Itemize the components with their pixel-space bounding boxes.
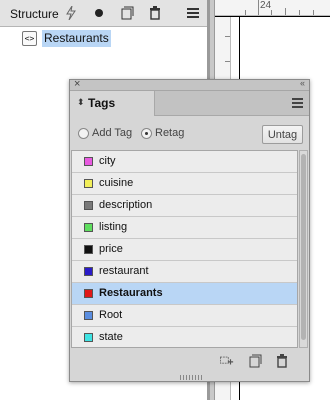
tag-name: Restaurants	[99, 287, 163, 299]
tab-tags-label: Tags	[88, 96, 116, 110]
tags-panel: × ‹‹ ⬍ Tags Add Tag Retag Untag city cui…	[69, 78, 310, 382]
tag-name: restaurant	[99, 265, 149, 277]
untag-button[interactable]: Untag	[262, 125, 303, 144]
retag-radio[interactable]	[141, 128, 152, 139]
structure-menu-icon[interactable]	[184, 4, 202, 22]
tag-list-scrollbar[interactable]	[299, 150, 308, 348]
add-tag-label: Add Tag	[92, 127, 133, 139]
new-element-icon[interactable]	[118, 4, 136, 22]
scrollbar-thumb[interactable]	[301, 154, 306, 340]
tag-row[interactable]: state	[72, 327, 297, 347]
lightning-icon[interactable]	[62, 4, 80, 22]
panel-tab-bar: ⬍ Tags	[70, 91, 309, 116]
ruler-tick	[225, 61, 230, 62]
tag-color-swatch	[84, 157, 93, 166]
delete-tag-icon[interactable]	[275, 354, 289, 368]
ruler-label: 24	[260, 0, 272, 11]
collapse-panel-icon[interactable]: ‹‹	[300, 78, 305, 88]
xml-element-icon: <>	[22, 31, 37, 46]
tag-color-swatch	[84, 179, 93, 188]
tag-row[interactable]: Root	[72, 305, 297, 327]
tag-name: description	[99, 199, 153, 211]
horizontal-ruler: 24	[215, 0, 330, 16]
add-tag-for-element-icon[interactable]	[220, 354, 234, 368]
retag-label: Retag	[155, 127, 185, 139]
add-tag-radio[interactable]	[78, 128, 89, 139]
panel-menu-icon[interactable]	[292, 98, 303, 108]
ruler-guide-line	[215, 16, 330, 17]
tag-row[interactable]: price	[72, 239, 297, 261]
panel-resize-grip[interactable]	[180, 375, 202, 380]
tag-mode-options: Add Tag Retag Untag	[70, 117, 309, 149]
structure-toolbar: Structure	[0, 0, 207, 27]
tag-color-swatch	[84, 245, 93, 254]
tag-list: city cuisine description listing price r…	[71, 150, 298, 348]
structure-tree-label: Restaurants	[42, 30, 111, 47]
ruler-tick	[258, 0, 259, 15]
tag-name: state	[99, 331, 123, 343]
tab-expand-icon[interactable]: ⬍	[77, 97, 85, 108]
tag-name: price	[99, 243, 123, 255]
tag-name: Root	[99, 309, 123, 321]
tag-row[interactable]: restaurant	[72, 261, 297, 283]
tag-row-selected[interactable]: Restaurants	[72, 283, 297, 305]
close-icon[interactable]: ×	[74, 78, 80, 90]
record-dot-icon[interactable]	[90, 4, 108, 22]
tag-color-swatch	[84, 223, 93, 232]
tag-name: cuisine	[99, 177, 134, 189]
tab-tags[interactable]: ⬍ Tags	[70, 91, 155, 116]
panel-bottom-toolbar	[70, 348, 309, 374]
tag-row[interactable]: cuisine	[72, 173, 297, 195]
tag-color-swatch	[84, 311, 93, 320]
tag-row[interactable]: listing	[72, 217, 297, 239]
tag-name: city	[99, 155, 116, 167]
trash-icon[interactable]	[146, 4, 164, 22]
panel-title-bar[interactable]: × ‹‹	[70, 78, 309, 91]
tag-row[interactable]: description	[72, 195, 297, 217]
tag-row[interactable]: city	[72, 151, 297, 173]
new-tag-icon[interactable]	[248, 354, 262, 368]
ruler-tick	[285, 8, 286, 15]
tag-color-swatch	[84, 289, 93, 298]
tag-color-swatch	[84, 201, 93, 210]
tag-color-swatch	[84, 267, 93, 276]
tag-color-swatch	[84, 333, 93, 342]
structure-title: Structure	[10, 7, 59, 21]
ruler-tick	[225, 36, 230, 37]
tag-name: listing	[99, 221, 128, 233]
